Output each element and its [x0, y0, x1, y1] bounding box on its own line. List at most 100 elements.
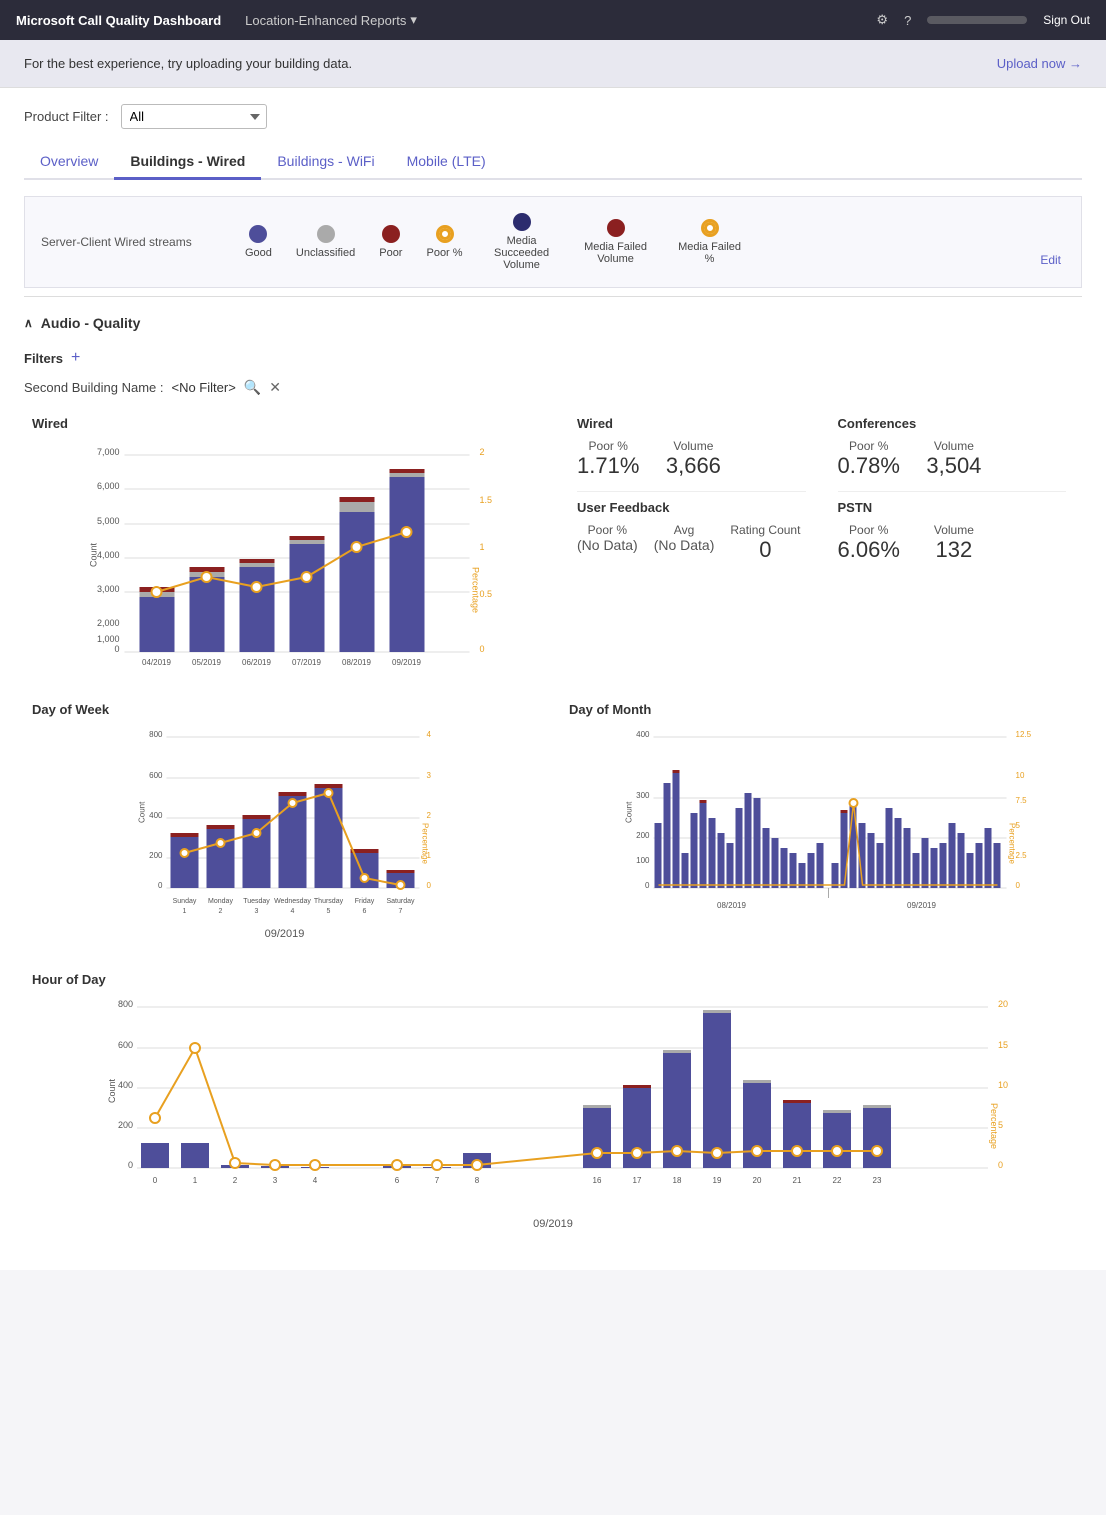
svg-text:Percentage: Percentage: [421, 823, 430, 864]
svg-text:3: 3: [273, 1176, 278, 1185]
day-of-week-svg: 800 600 400 200 0 Count 4 3 2 1 0 Percen…: [32, 723, 537, 923]
conferences-stats-title: Conferences: [838, 416, 1067, 431]
poor-pct-label: Poor %: [426, 247, 462, 259]
bar-good-3: [240, 567, 275, 652]
header-icons: ⚙ ?: [876, 12, 1027, 28]
legend-media-failed-pct: Media Failed %: [675, 219, 745, 265]
legend-row: Server-Client Wired streams Good Unclass…: [41, 213, 745, 271]
tab-overview[interactable]: Overview: [24, 145, 114, 180]
svg-text:Monday: Monday: [208, 898, 233, 905]
svg-text:Percentage: Percentage: [1008, 823, 1017, 864]
svg-text:0: 0: [998, 1160, 1003, 1170]
stats-sep-2: [838, 491, 1067, 492]
svg-text:2: 2: [219, 908, 223, 915]
media-succeeded-dot: [513, 213, 531, 231]
media-failed-vol-label: Media Failed Volume: [581, 241, 651, 265]
svg-text:Count: Count: [89, 542, 99, 567]
day-of-month-chart: Day of Month 400 300 200 100 0 Count 12.…: [561, 694, 1082, 948]
dow-bar-mon-poor: [207, 825, 235, 829]
filters-bar: Filters +: [24, 349, 1082, 367]
pstn-poor-pct-value: 6.06%: [838, 537, 900, 563]
svg-text:06/2019: 06/2019: [242, 658, 271, 667]
svg-text:6: 6: [363, 908, 367, 915]
svg-text:20: 20: [998, 999, 1008, 1009]
unclassified-label: Unclassified: [296, 247, 355, 259]
filter-row: Product Filter : All Teams Skype for Bus…: [24, 104, 1082, 129]
bar-uncl-4: [290, 540, 325, 544]
signout-button[interactable]: Sign Out: [1043, 13, 1090, 27]
tab-buildings-wifi[interactable]: Buildings - WiFi: [261, 145, 390, 180]
settings-icon[interactable]: ⚙: [876, 12, 888, 28]
svg-text:4: 4: [313, 1176, 318, 1185]
svg-text:21: 21: [793, 1176, 802, 1185]
svg-text:5,000: 5,000: [97, 516, 120, 526]
svg-text:2: 2: [480, 447, 485, 457]
poor-pct-dot: [436, 225, 454, 243]
hour-of-day-svg: 800 600 400 200 0 Count 20 15 10 5 0 Per…: [32, 993, 1074, 1213]
svg-text:15: 15: [998, 1040, 1008, 1050]
bar-good-6: [390, 477, 425, 652]
svg-text:08/2019: 08/2019: [717, 901, 746, 910]
svg-text:Count: Count: [625, 801, 634, 823]
clear-filter-icon[interactable]: ✕: [269, 379, 281, 396]
day-of-week-chart: Day of Week 800 600 400 200 0 Count 4 3 …: [24, 694, 545, 948]
day-of-week-date: 09/2019: [32, 928, 537, 940]
product-filter-select[interactable]: All Teams Skype for Business: [121, 104, 267, 129]
dot-6: [402, 527, 412, 537]
dot-4: [302, 572, 312, 582]
legend-media-failed-vol: Media Failed Volume: [581, 219, 651, 265]
bar-uncl-6: [390, 473, 425, 477]
nav-link[interactable]: Location-Enhanced Reports ▾: [245, 12, 417, 28]
wired-poor-pct-label: Poor %: [577, 439, 639, 453]
tab-mobile-lte[interactable]: Mobile (LTE): [391, 145, 502, 180]
svg-text:200: 200: [118, 1120, 133, 1130]
svg-text:600: 600: [149, 771, 163, 780]
wired-chart-title: Wired: [32, 416, 537, 431]
legend-row-label: Server-Client Wired streams: [41, 235, 221, 249]
upload-now-link[interactable]: Upload now →: [997, 56, 1082, 71]
user-bar: [927, 16, 1027, 24]
svg-text:3: 3: [255, 908, 259, 915]
audio-quality-header[interactable]: ∧ Audio - Quality: [24, 305, 1082, 341]
banner-message: For the best experience, try uploading y…: [24, 56, 352, 71]
edit-link[interactable]: Edit: [1036, 249, 1065, 271]
pstn-poor-pct-label: Poor %: [838, 523, 900, 537]
add-filter-button[interactable]: +: [71, 349, 80, 367]
svg-text:4: 4: [291, 908, 295, 915]
svg-text:09/2019: 09/2019: [907, 901, 936, 910]
svg-text:300: 300: [636, 791, 650, 800]
bar-poor-3: [240, 559, 275, 563]
media-failed-pct-label: Media Failed %: [675, 241, 745, 265]
legend-poor-pct: Poor %: [426, 225, 462, 259]
svg-text:600: 600: [118, 1040, 133, 1050]
dow-bar-mon: [207, 829, 235, 888]
tab-buildings-wired[interactable]: Buildings - Wired: [114, 145, 261, 180]
svg-text:400: 400: [118, 1080, 133, 1090]
legend-good: Good: [245, 225, 272, 259]
svg-text:17: 17: [633, 1176, 642, 1185]
filter-chip-row: Second Building Name : <No Filter> 🔍 ✕: [24, 379, 1082, 396]
svg-text:2: 2: [233, 1176, 238, 1185]
svg-text:200: 200: [636, 831, 650, 840]
svg-text:1,000: 1,000: [97, 634, 120, 644]
audio-quality-label: Audio - Quality: [41, 315, 141, 331]
svg-text:16: 16: [593, 1176, 602, 1185]
wired-volume-value: 3,666: [663, 453, 723, 479]
svg-text:7: 7: [399, 908, 403, 915]
uf-rating-count-value: 0: [730, 537, 800, 563]
svg-text:Percentage: Percentage: [989, 1103, 999, 1149]
hour-of-day-date: 09/2019: [32, 1218, 1074, 1230]
search-filter-icon[interactable]: 🔍: [244, 379, 261, 396]
wired-volume-label: Volume: [663, 439, 723, 453]
svg-text:0: 0: [645, 881, 650, 890]
pstn-stats-title: PSTN: [838, 500, 1067, 515]
upload-banner: For the best experience, try uploading y…: [0, 40, 1106, 88]
main-charts-grid: Wired 7,000 6,000 5,000 4,000 3,000 2,00…: [24, 408, 1082, 678]
help-icon[interactable]: ?: [904, 13, 911, 28]
media-failed-vol-dot: [607, 219, 625, 237]
svg-text:08/2019: 08/2019: [342, 658, 371, 667]
app-name: Microsoft Call Quality Dashboard: [16, 13, 221, 28]
dow-bar-sun: [171, 837, 199, 888]
good-label: Good: [245, 247, 272, 259]
bar-good-2: [190, 577, 225, 652]
